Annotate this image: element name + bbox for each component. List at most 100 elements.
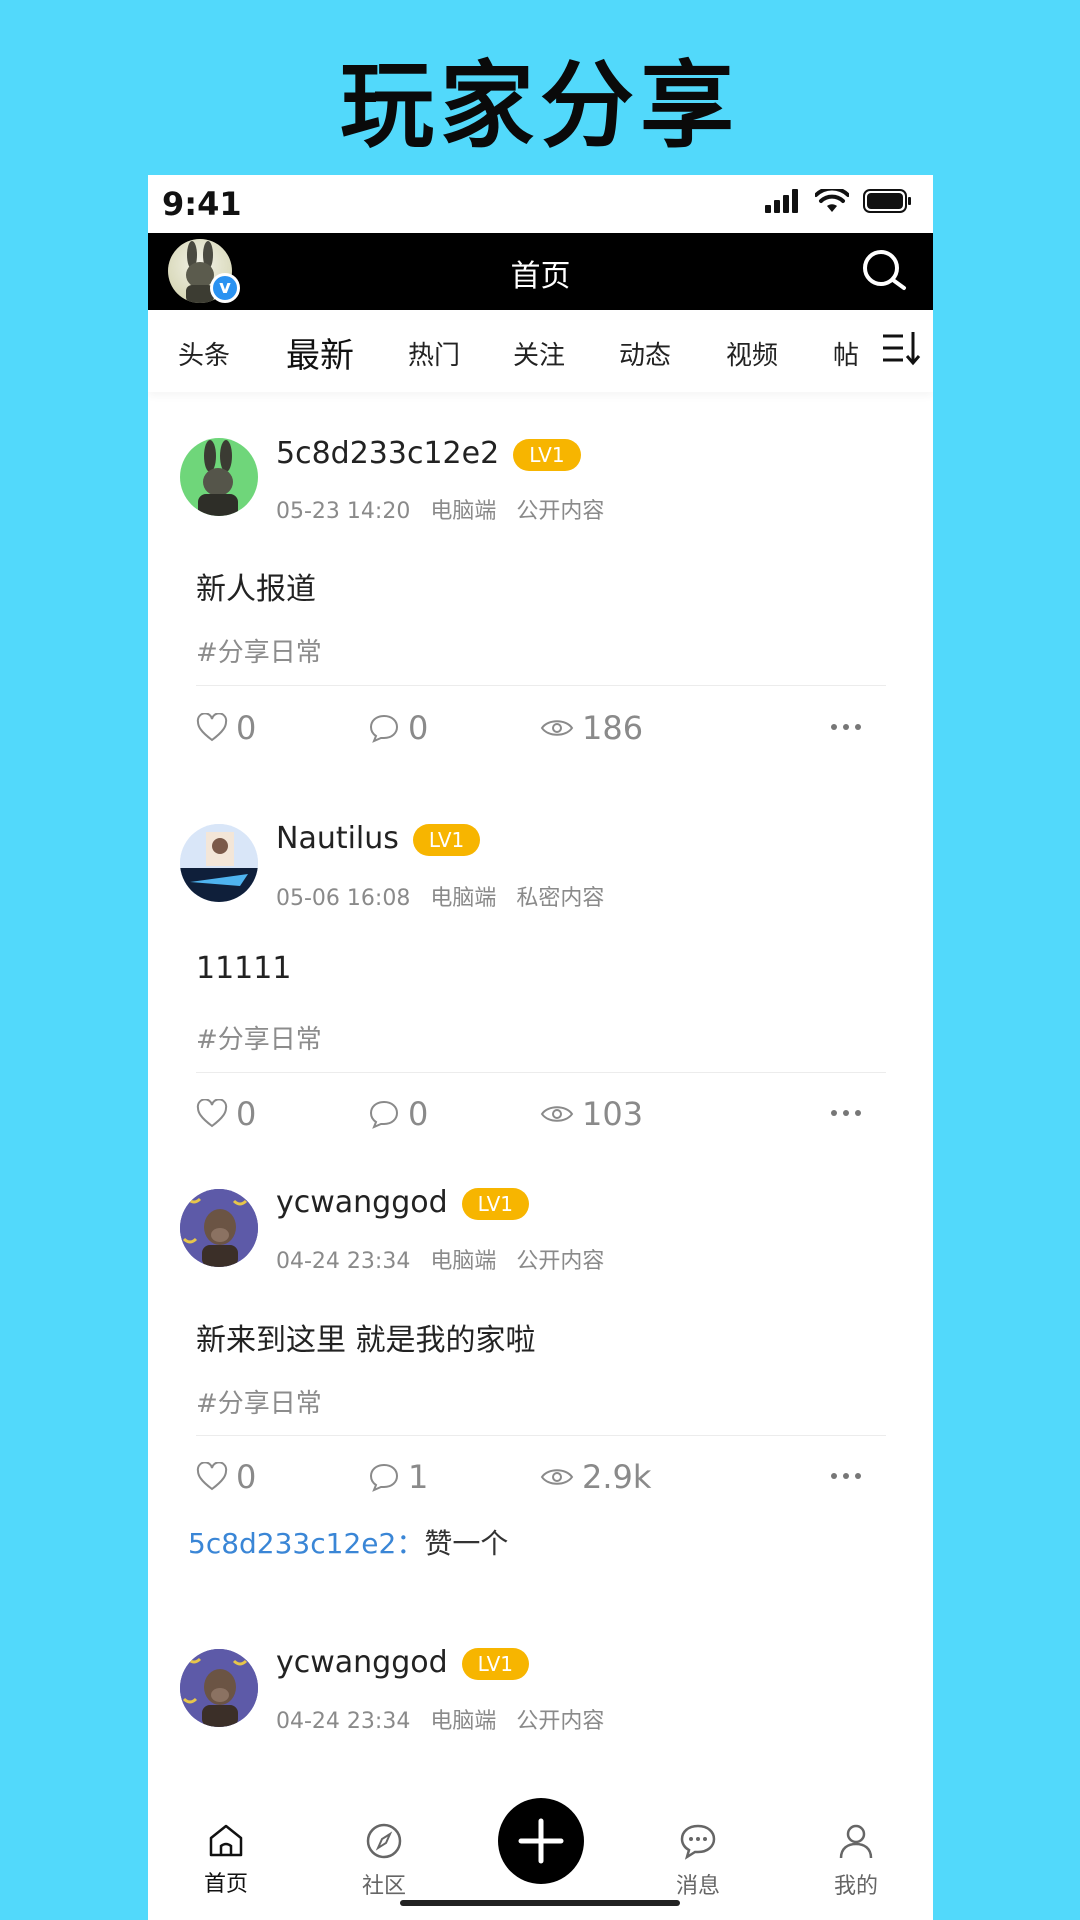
plus-icon: [518, 1818, 564, 1864]
tabbar-community-label: 社区: [361, 1874, 406, 1899]
comment-count: 0: [408, 709, 429, 747]
tab-latest[interactable]: 最新: [286, 328, 354, 377]
post-avatar[interactable]: [180, 824, 258, 902]
post-time: 05-23 14:20: [276, 499, 411, 524]
post-avatar[interactable]: [180, 438, 258, 516]
heart-icon: [196, 1099, 228, 1128]
battery-icon: [863, 189, 911, 213]
post-meta: 04-24 23:34 电脑端 公开内容: [276, 1703, 624, 1735]
comment-button[interactable]: 0: [368, 709, 428, 747]
tabbar-mine-label: 我的: [833, 1874, 878, 1899]
view-count: 2.9k: [582, 1458, 652, 1496]
post-device: 电脑端: [430, 1249, 497, 1274]
post-username-row: 5c8d233c12e2 LV1: [276, 436, 581, 471]
views-stat: 103: [540, 1095, 643, 1133]
tabbar-home[interactable]: 首页: [176, 1822, 276, 1898]
post-device: 电脑端: [430, 886, 497, 911]
category-tabs: 头条 最新 热门 关注 动态 视频 帖: [148, 310, 933, 392]
comment-button[interactable]: 0: [368, 1095, 428, 1133]
tabbar-community[interactable]: 社区: [334, 1822, 434, 1900]
ape-avatar-icon: [180, 1189, 258, 1267]
post-card[interactable]: Nautilus LV1 05-06 16:08 电脑端 私密内容 11111 #分享…: [148, 779, 933, 1167]
tabbar-messages[interactable]: 消息: [648, 1822, 748, 1900]
post-tag[interactable]: #分享日常: [196, 632, 322, 669]
search-icon[interactable]: [861, 248, 907, 294]
signal-icon: [765, 189, 798, 213]
top-nav-bar: v 首页: [148, 233, 933, 310]
divider: [196, 1435, 886, 1436]
status-time: 9:41: [162, 185, 242, 223]
message-bubble-icon: [680, 1824, 716, 1860]
heart-icon: [196, 1462, 228, 1491]
ape-avatar-icon: [180, 1649, 258, 1727]
post-username[interactable]: Nautilus: [276, 821, 399, 856]
eye-icon: [540, 1106, 574, 1122]
level-badge: LV1: [461, 1647, 530, 1680]
like-button[interactable]: 0: [196, 1095, 256, 1133]
post-meta: 05-06 16:08 电脑端 私密内容: [276, 880, 624, 912]
post-username[interactable]: ycwanggod: [276, 1645, 448, 1680]
like-button[interactable]: 0: [196, 1458, 256, 1496]
more-options-icon[interactable]: [830, 1109, 862, 1117]
comment-icon: [369, 1100, 399, 1129]
comment-separator: ：: [396, 1527, 425, 1560]
tab-hot[interactable]: 热门: [408, 335, 460, 372]
heart-icon: [196, 713, 228, 742]
comment-preview[interactable]: 5c8d233c12e2：赞一个: [188, 1522, 508, 1562]
post-avatar[interactable]: [180, 1649, 258, 1727]
like-count: 0: [236, 709, 257, 747]
more-options-icon[interactable]: [830, 1472, 862, 1480]
tab-videos[interactable]: 视频: [726, 335, 778, 372]
post-actions: 0 0 103: [196, 1095, 886, 1135]
anime-avatar-icon: [180, 824, 258, 902]
comment-author[interactable]: 5c8d233c12e2: [188, 1527, 396, 1560]
post-username[interactable]: ycwanggod: [276, 1185, 448, 1220]
tab-moments[interactable]: 动态: [619, 335, 671, 372]
like-button[interactable]: 0: [196, 709, 256, 747]
post-actions: 0 1 2.9k: [196, 1458, 886, 1498]
views-stat: 186: [540, 709, 643, 747]
comment-icon: [369, 1463, 399, 1492]
post-visibility: 公开内容: [516, 1709, 605, 1734]
home-indicator: [400, 1900, 680, 1906]
status-icons: [765, 189, 913, 213]
level-badge: LV1: [412, 823, 481, 856]
comment-button[interactable]: 1: [368, 1458, 428, 1496]
post-time: 04-24 23:34: [276, 1709, 411, 1734]
tab-following[interactable]: 关注: [513, 335, 565, 372]
post-card[interactable]: ycwanggod LV1 04-24 23:34 电脑端 公开内容: [148, 1627, 933, 1827]
tab-posts[interactable]: 帖: [833, 335, 859, 372]
views-stat: 2.9k: [540, 1458, 651, 1496]
post-meta: 05-23 14:20 电脑端 公开内容: [276, 493, 624, 525]
like-count: 0: [236, 1458, 257, 1496]
post-content[interactable]: 11111: [196, 951, 291, 986]
post-time: 04-24 23:34: [276, 1249, 411, 1274]
like-count: 0: [236, 1095, 257, 1133]
post-tag[interactable]: #分享日常: [196, 1019, 322, 1056]
divider: [196, 1072, 886, 1073]
post-username[interactable]: 5c8d233c12e2: [276, 436, 499, 471]
post-device: 电脑端: [430, 1709, 497, 1734]
more-options-icon[interactable]: [830, 723, 862, 731]
divider: [196, 685, 886, 686]
more-categories-button[interactable]: [875, 328, 921, 372]
category-menu-icon: [883, 332, 921, 366]
comment-text: 赞一个: [424, 1527, 509, 1560]
tabbar-mine[interactable]: 我的: [806, 1822, 906, 1900]
post-card[interactable]: 5c8d233c12e2 LV1 05-23 14:20 电脑端 公开内容 新人报道 …: [148, 392, 933, 779]
comment-count: 1: [408, 1458, 429, 1496]
view-count: 186: [582, 709, 644, 747]
post-content[interactable]: 新人报道: [196, 564, 316, 608]
home-icon: [209, 1824, 243, 1857]
post-avatar[interactable]: [180, 1189, 258, 1267]
create-post-button[interactable]: [498, 1798, 584, 1884]
post-meta: 04-24 23:34 电脑端 公开内容: [276, 1243, 624, 1275]
post-card[interactable]: ycwanggod LV1 04-24 23:34 电脑端 公开内容 新来到这里 就是…: [148, 1167, 933, 1627]
level-badge: LV1: [461, 1187, 530, 1220]
tab-headlines[interactable]: 头条: [178, 335, 230, 372]
post-content[interactable]: 新来到这里 就是我的家啦: [196, 1315, 536, 1359]
page-title: 首页: [510, 259, 571, 294]
rabbit-avatar-icon: [198, 440, 238, 516]
post-tag[interactable]: #分享日常: [196, 1383, 322, 1420]
user-icon: [839, 1824, 873, 1859]
